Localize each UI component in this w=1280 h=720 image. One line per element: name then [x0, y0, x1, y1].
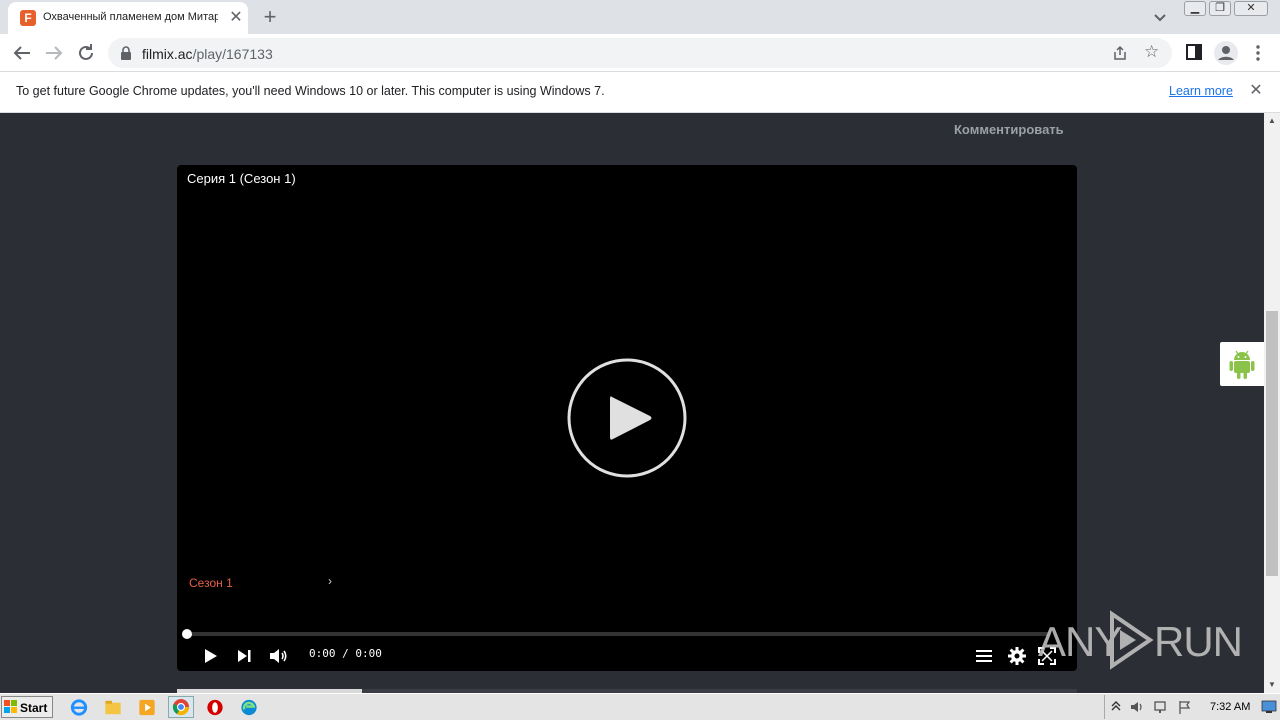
anyrun-watermark: ANY RUN [1038, 608, 1243, 672]
browser-tab[interactable]: F Охваченный пламенем дом Митара ✕ [8, 2, 248, 34]
update-infobar: To get future Google Chrome updates, you… [0, 72, 1280, 113]
watermark-run: RUN [1154, 618, 1243, 665]
close-window-button[interactable]: ✕ [1234, 1, 1268, 16]
back-arrow-icon[interactable] [10, 41, 34, 65]
time-separator: / [342, 647, 349, 660]
filmix-favicon-icon: F [20, 10, 36, 26]
action-center-flag-icon[interactable] [1177, 699, 1193, 715]
watermark-play-icon [1110, 610, 1154, 670]
tab-search-icon[interactable] [1150, 7, 1170, 27]
volume-tray-icon[interactable] [1129, 699, 1145, 715]
settings-gear-icon[interactable] [1006, 645, 1028, 667]
bookmark-star-icon[interactable]: ☆ [1144, 43, 1162, 61]
reload-icon[interactable] [74, 41, 98, 65]
windows-logo-icon [4, 700, 17, 713]
tab-title: Охваченный пламенем дом Митара [43, 11, 218, 23]
chrome-taskbar-button[interactable] [168, 696, 194, 718]
chrome-menu-icon[interactable] [1248, 43, 1268, 63]
windows-taskbar: Start 7:32 AM [0, 693, 1280, 720]
progress-bar[interactable] [187, 632, 1049, 636]
tab-strip: F Охваченный пламенем дом Митара ✕ + ▁ ❐… [0, 0, 1280, 34]
page-content: Комментировать Серия 1 (Сезон 1) Сезон 1… [0, 113, 1264, 693]
time-current: 0:00 [309, 647, 336, 660]
big-play-button-icon[interactable] [566, 357, 688, 479]
url-host: filmix.ac [142, 46, 193, 62]
network-tray-icon[interactable] [1153, 699, 1169, 715]
time-display: 0:00 / 0:00 [309, 647, 382, 660]
minimize-button[interactable]: ▁ [1184, 1, 1206, 16]
side-panel-icon[interactable] [1186, 44, 1202, 60]
file-explorer-icon[interactable] [102, 697, 124, 718]
volume-icon[interactable] [267, 645, 289, 667]
show-desktop-icon[interactable] [1261, 700, 1277, 714]
episode-title: Серия 1 (Сезон 1) [187, 171, 296, 186]
show-hidden-icons-icon[interactable] [1111, 700, 1121, 712]
learn-more-link[interactable]: Learn more [1169, 84, 1233, 98]
tab-close-icon[interactable]: ✕ [226, 8, 246, 28]
chevron-right-icon[interactable]: › [328, 574, 332, 588]
media-player-icon[interactable] [136, 697, 158, 718]
chrome-icon [172, 699, 190, 716]
scroll-down-icon[interactable]: ▼ [1264, 677, 1280, 693]
play-icon[interactable] [199, 645, 221, 667]
share-icon[interactable] [1112, 45, 1128, 61]
edge-icon[interactable] [238, 697, 260, 718]
comment-link[interactable]: Комментировать [954, 122, 1064, 137]
url-path: /play/167133 [192, 46, 273, 62]
restore-button[interactable]: ❐ [1209, 1, 1231, 16]
profile-avatar-icon[interactable] [1214, 41, 1238, 65]
lock-icon[interactable] [120, 46, 132, 60]
scroll-up-icon[interactable]: ▲ [1264, 113, 1280, 129]
taskbar-clock[interactable]: 7:32 AM [1210, 701, 1250, 713]
address-bar[interactable]: filmix.ac/play/167133 ☆ [108, 38, 1172, 68]
time-total: 0:00 [355, 647, 382, 660]
progress-handle[interactable] [182, 629, 192, 639]
page-scrollbar[interactable]: ▲ ▼ [1264, 113, 1280, 693]
internet-explorer-icon[interactable] [68, 697, 90, 718]
new-tab-button[interactable]: + [258, 5, 282, 29]
next-episode-icon[interactable] [233, 645, 255, 667]
system-tray: 7:32 AM [1104, 695, 1280, 719]
opera-icon[interactable] [204, 697, 226, 718]
scroll-thumb[interactable] [1266, 311, 1278, 576]
android-icon [1229, 350, 1255, 379]
start-button[interactable]: Start [1, 696, 53, 718]
url-text: filmix.ac/play/167133 [142, 46, 273, 62]
android-app-button[interactable] [1220, 342, 1264, 386]
infobar-message: To get future Google Chrome updates, you… [16, 84, 605, 98]
forward-arrow-icon[interactable] [42, 41, 66, 65]
video-player[interactable]: Серия 1 (Сезон 1) Сезон 1 › 0:00 / 0:00 [177, 165, 1077, 671]
playlist-icon[interactable] [973, 645, 995, 667]
season-selector[interactable]: Сезон 1 [189, 576, 233, 590]
start-label: Start [20, 701, 48, 715]
infobar-close-icon[interactable]: ✕ [1248, 83, 1264, 99]
browser-toolbar: filmix.ac/play/167133 ☆ [0, 34, 1280, 72]
